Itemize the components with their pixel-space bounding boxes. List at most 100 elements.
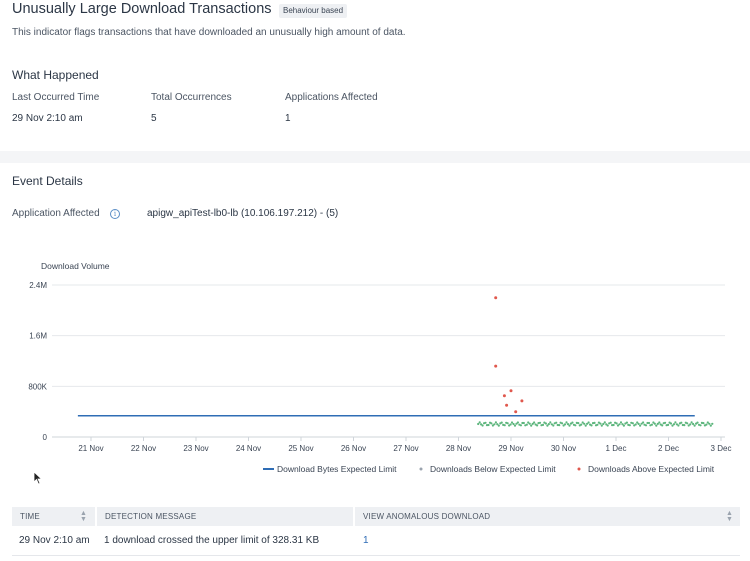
view-anomalous-download-link[interactable]: 1 [363, 535, 369, 546]
below-limit-point [503, 424, 506, 427]
below-limit-point [619, 421, 623, 424]
sort-icon[interactable]: ▲ ▼ [80, 510, 87, 523]
stat-value-applications-affected: 1 [285, 113, 291, 124]
y-tick-label: 2.4M [29, 281, 47, 290]
indicator-description: This indicator flags transactions that h… [12, 27, 406, 38]
below-limit-point [669, 422, 673, 425]
above-limit-point [494, 364, 498, 368]
below-limit-point [606, 424, 609, 427]
x-tick-label: 2 Dec [658, 444, 679, 453]
below-limit-point [711, 422, 714, 425]
below-limit-point [639, 424, 642, 427]
below-limit-point [525, 423, 528, 426]
page-title: Unusually Large Download Transactions [12, 1, 272, 17]
behaviour-badge: Behaviour based [279, 4, 348, 18]
column-label-view-anomalous-download: VIEW ANOMALOUS DOWNLOAD [363, 512, 491, 521]
below-limit-point [658, 421, 661, 424]
below-limit-point [506, 422, 509, 425]
below-limit-point [655, 424, 658, 427]
column-header-time[interactable]: TIME ▲ ▼ [12, 507, 95, 526]
info-icon[interactable]: i [110, 209, 120, 219]
below-limit-point [493, 423, 496, 426]
below-limit-point [481, 424, 484, 427]
above-limit-point [520, 399, 524, 403]
below-limit-point [642, 421, 645, 424]
below-limit-point [528, 422, 531, 425]
below-limit-point [637, 422, 640, 425]
below-limit-point [561, 422, 564, 425]
below-limit-point [686, 422, 689, 425]
below-limit-point [680, 421, 683, 424]
below-limit-point [494, 421, 497, 424]
x-tick-label: 3 Dec [711, 444, 732, 453]
below-limit-point [536, 424, 539, 427]
below-limit-point [618, 423, 621, 426]
below-limit-point [603, 421, 606, 424]
legend-label-below-limit: Downloads Below Expected Limit [430, 464, 556, 474]
stat-label-last-occurred: Last Occurred Time [12, 92, 100, 103]
below-limit-point [580, 423, 583, 426]
stat-label-total-occurrences: Total Occurrences [151, 92, 232, 103]
below-limit-point [516, 421, 520, 424]
below-limit-point [552, 424, 555, 427]
below-limit-point [547, 423, 550, 426]
below-limit-point [487, 423, 490, 427]
below-limit-point [647, 421, 651, 425]
column-label-detection-message: DETECTION MESSAGE [105, 512, 197, 521]
below-limit-point [683, 424, 686, 427]
below-limit-point [522, 421, 525, 425]
below-limit-point [544, 422, 548, 425]
above-limit-point [494, 296, 498, 300]
below-limit-point [530, 424, 533, 427]
below-limit-point [702, 422, 705, 425]
below-limit-point [593, 421, 596, 424]
below-limit-point [677, 424, 680, 427]
below-limit-point [631, 422, 634, 425]
x-tick-label: 29 Nov [498, 444, 523, 453]
below-limit-point [533, 421, 536, 424]
below-limit-point [558, 424, 561, 427]
legend-swatch-above-limit [577, 467, 581, 471]
above-limit-point [514, 410, 518, 414]
below-limit-point [484, 421, 487, 424]
below-limit-point [609, 421, 612, 424]
x-tick-label: 27 Nov [393, 444, 418, 453]
below-limit-point [622, 424, 626, 427]
below-limit-point [587, 421, 590, 424]
column-header-view-anomalous-download[interactable]: VIEW ANOMALOUS DOWNLOAD ▲ ▼ [355, 507, 740, 526]
below-limit-point [509, 423, 512, 426]
below-limit-point [690, 421, 693, 424]
y-tick-label: 1.6M [29, 332, 47, 341]
y-tick-label: 0 [43, 433, 48, 442]
x-tick-label: 21 Nov [78, 444, 103, 453]
below-limit-point [667, 423, 670, 426]
below-limit-point [555, 421, 558, 424]
below-limit-point [693, 424, 696, 427]
stat-value-last-occurred: 29 Nov 2:10 am [12, 113, 83, 124]
section-divider [0, 151, 750, 163]
x-tick-label: 28 Nov [446, 444, 471, 453]
stat-value-total-occurrences: 5 [151, 113, 157, 124]
above-limit-point [505, 403, 509, 407]
x-tick-label: 24 Nov [236, 444, 261, 453]
below-limit-point [477, 422, 480, 426]
below-limit-point [705, 423, 708, 426]
legend-label-above-limit: Downloads Above Expected Limit [588, 464, 715, 474]
below-limit-point [568, 424, 571, 427]
sort-icon[interactable]: ▲ ▼ [726, 510, 733, 523]
below-limit-point [664, 421, 667, 424]
x-tick-label: 1 Dec [606, 444, 627, 453]
column-header-detection-message: DETECTION MESSAGE [97, 507, 353, 526]
x-tick-label: 23 Nov [183, 444, 208, 453]
below-limit-point [565, 421, 568, 424]
above-limit-point [509, 389, 513, 393]
below-limit-point [600, 424, 603, 427]
below-limit-point [628, 424, 631, 427]
below-limit-point [689, 423, 692, 426]
below-limit-point [696, 421, 699, 424]
legend-swatch-below-limit [419, 467, 423, 471]
below-limit-point [490, 422, 493, 425]
below-limit-point [541, 423, 545, 426]
y-tick-label: 800K [28, 382, 47, 391]
x-tick-label: 25 Nov [288, 444, 313, 453]
